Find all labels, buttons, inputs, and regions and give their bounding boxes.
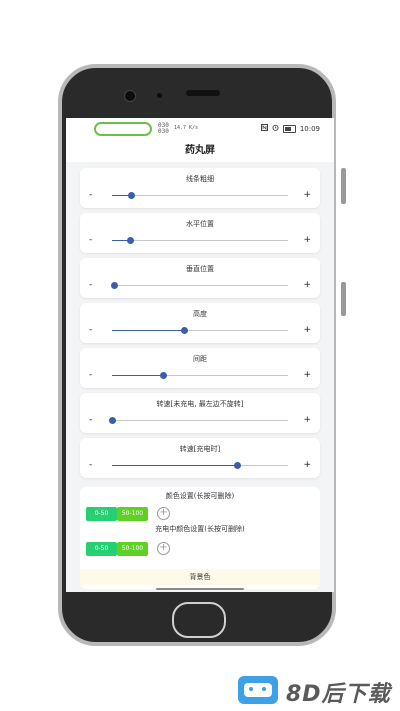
decrement-button[interactable]: - — [89, 235, 92, 245]
slider-thumb[interactable] — [181, 327, 189, 334]
increment-button[interactable]: + — [303, 415, 311, 425]
slider-card: 高度 - + — [80, 303, 320, 343]
page-title: 药丸屏 — [66, 142, 334, 162]
slider-label: 高度 — [193, 310, 207, 318]
slider-thumb[interactable] — [233, 462, 241, 469]
increment-button[interactable]: + — [303, 235, 311, 245]
increment-button[interactable]: + — [303, 190, 311, 200]
increment-button[interactable]: + — [303, 280, 311, 290]
background-color-button[interactable]: 背景色 — [80, 569, 320, 585]
slider-card: 线条粗细 - + — [80, 168, 320, 208]
logo-face — [244, 683, 272, 697]
slider-track[interactable] — [112, 462, 288, 469]
plus-circle-icon[interactable]: + — [157, 507, 170, 520]
charging-chip-50-100[interactable]: 50-100 — [117, 542, 148, 556]
charging-color-title: 充电中颜色设置(长按可删除) — [155, 525, 245, 533]
nfc-icon — [260, 124, 268, 133]
proximity-sensor — [157, 93, 162, 98]
slider-track[interactable] — [112, 192, 288, 199]
increment-button[interactable]: + — [303, 370, 311, 380]
increment-button[interactable]: + — [303, 460, 311, 470]
color-chip-0-50[interactable]: 0-50 — [86, 507, 117, 521]
color-settings-card: 颜色设置(长按可删除) 0-50 50-100 + 充电中颜色设置(长按可删除)… — [80, 487, 320, 589]
slider-label: 水平位置 — [186, 220, 214, 228]
brand-watermark: 8D后下载 — [286, 682, 391, 707]
decrement-button[interactable]: - — [89, 370, 92, 380]
decrement-button[interactable]: - — [89, 325, 92, 335]
battery-icon — [282, 124, 296, 133]
slider-label: 转速[未充电, 最左边不旋转] — [156, 400, 244, 408]
slider-thumb[interactable] — [109, 417, 116, 424]
slider-fill — [112, 330, 185, 331]
slider-fill — [112, 465, 237, 466]
slider-track[interactable] — [109, 417, 288, 424]
slider-thumb[interactable] — [128, 192, 136, 199]
slider-card: 转速[未充电, 最左边不旋转] - + — [80, 393, 320, 433]
home-button[interactable] — [172, 602, 226, 638]
increment-button[interactable]: + — [303, 325, 311, 335]
alarm-icon — [272, 124, 279, 133]
slider-track[interactable] — [110, 282, 288, 289]
decrement-button[interactable]: - — [89, 190, 92, 200]
earpiece-speaker — [186, 90, 220, 96]
app-screen: 030 030 14.7 K/s 10:09 药丸屏 线条粗细 - + 水平位置 - + 垂… — [66, 118, 334, 592]
logo-eye-right — [262, 687, 266, 691]
slider-label: 垂直位置 — [186, 265, 214, 273]
pill-screen-indicator — [94, 122, 152, 136]
slider-thumb[interactable] — [126, 237, 134, 244]
decrement-button[interactable]: - — [89, 415, 92, 425]
network-speed: 14.7 K/s — [174, 125, 199, 131]
slider-fill — [112, 375, 164, 376]
status-left-info: 030 030 — [158, 123, 169, 135]
charging-chip-0-50[interactable]: 0-50 — [86, 542, 117, 556]
status-bar: 030 030 14.7 K/s 10:09 — [66, 118, 334, 142]
slider-thumb[interactable] — [160, 372, 168, 379]
slider-card: 水平位置 - + — [80, 213, 320, 253]
slider-label: 转速[充电时] — [179, 445, 221, 453]
power-button — [341, 282, 346, 316]
clock-time: 10:09 — [299, 124, 320, 133]
slider-track[interactable] — [112, 327, 288, 334]
decrement-button[interactable]: - — [89, 460, 92, 470]
slider-card: 间距 - + — [80, 348, 320, 388]
logo-eye-left — [249, 687, 253, 691]
color-settings-title: 颜色设置(长按可删除) — [165, 492, 235, 500]
decrement-button[interactable]: - — [89, 280, 92, 290]
slider-label: 线条粗细 — [186, 175, 214, 183]
slider-card: 垂直位置 - + — [80, 258, 320, 298]
status-text-2: 030 — [158, 128, 169, 135]
slider-thumb[interactable] — [110, 282, 118, 289]
front-camera — [124, 90, 136, 102]
slider-track[interactable] — [112, 237, 288, 244]
slider-card: 转速[充电时] - + — [80, 438, 320, 478]
brand-logo-icon — [238, 676, 278, 704]
gesture-nav-bar[interactable] — [156, 588, 244, 590]
slider-track[interactable] — [112, 372, 288, 379]
color-chip-50-100[interactable]: 50-100 — [117, 507, 148, 521]
plus-circle-icon[interactable]: + — [157, 542, 170, 555]
status-right-icons: 10:09 — [260, 124, 320, 133]
slider-label: 间距 — [193, 355, 207, 363]
volume-button — [341, 168, 346, 204]
